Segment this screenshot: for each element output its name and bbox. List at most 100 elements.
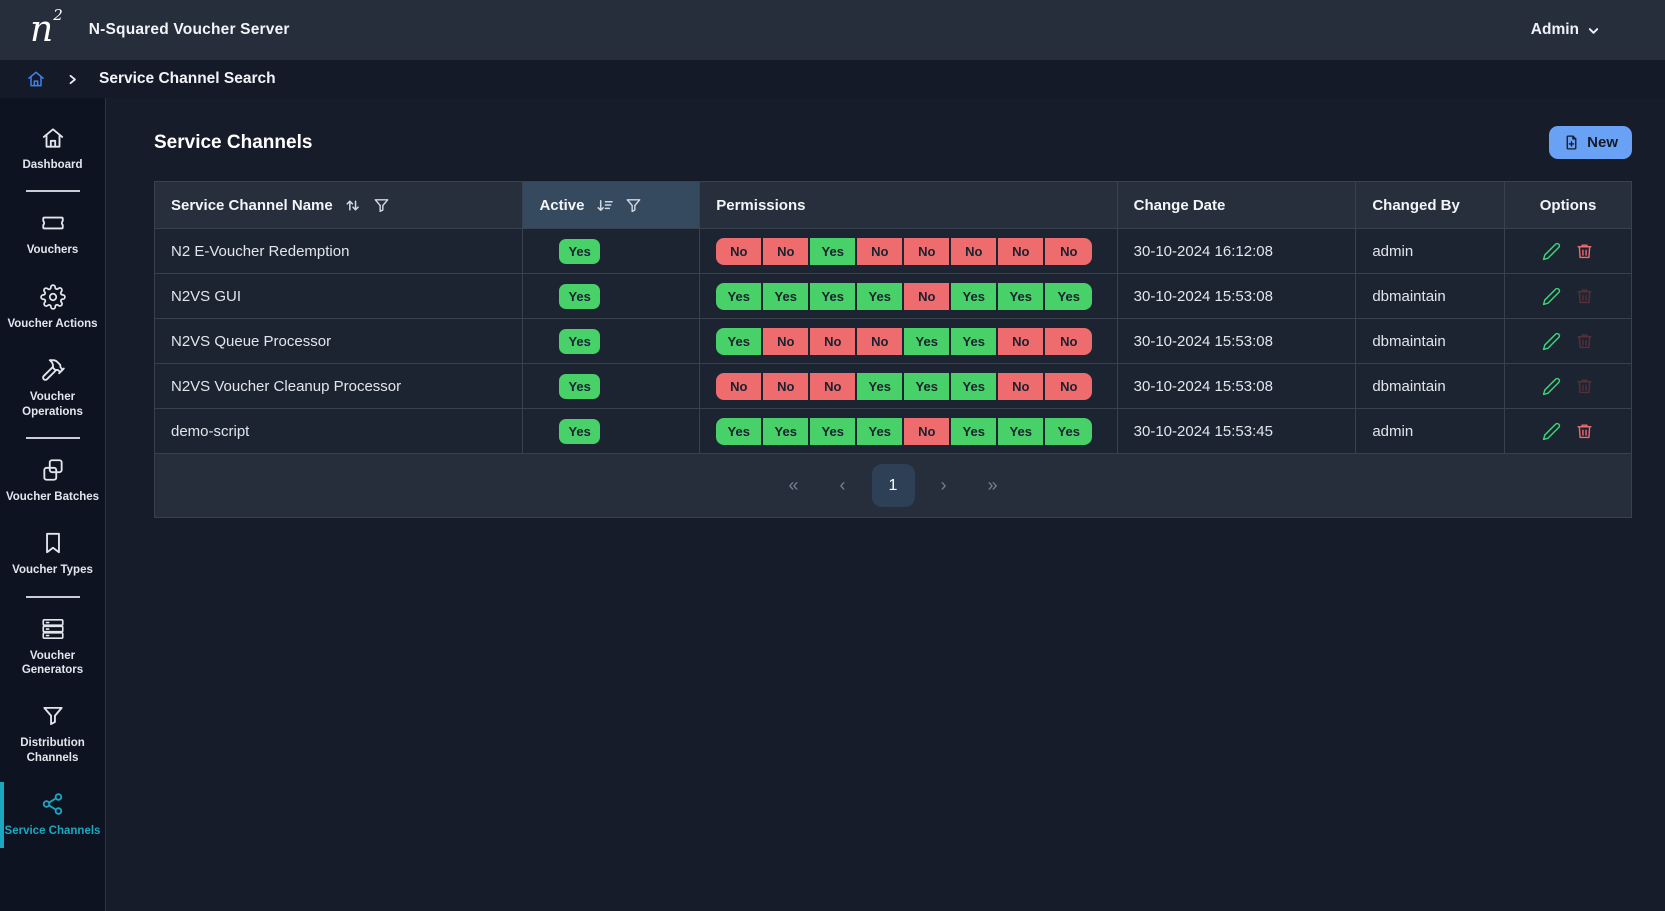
column-header-service-channel-name[interactable]: Service Channel Name	[155, 182, 523, 228]
permission-badge: No	[998, 328, 1045, 355]
permission-badge: No	[1045, 238, 1092, 265]
column-header-options: Options	[1505, 182, 1631, 228]
permission-badge: Yes	[1045, 283, 1092, 310]
table-row: N2VS Voucher Cleanup ProcessorYesNoNoNoY…	[155, 363, 1631, 408]
cell-change-date: 30-10-2024 15:53:45	[1118, 409, 1357, 453]
trash-icon	[1575, 332, 1594, 351]
column-label: Changed By	[1372, 197, 1460, 214]
delete-button[interactable]	[1575, 242, 1594, 261]
column-header-changed-by: Changed By	[1356, 182, 1505, 228]
column-label: Service Channel Name	[171, 197, 333, 214]
cell-permissions: YesNoNoNoYesYesNoNo	[700, 319, 1117, 363]
chevron-down-icon	[1586, 23, 1601, 38]
sidebar-item-distribution-channels[interactable]: Distribution Channels	[0, 690, 105, 778]
sidebar-item-voucher-types[interactable]: Voucher Types	[0, 517, 105, 590]
edit-button[interactable]	[1542, 422, 1561, 441]
sort-arrows-icon[interactable]	[343, 196, 362, 215]
filter-funnel-icon[interactable]	[624, 196, 643, 215]
sidebar-item-service-channels[interactable]: Service Channels	[0, 778, 105, 851]
permission-badge: Yes	[1045, 418, 1092, 445]
service-channels-table: Service Channel Name Active Permissions …	[154, 181, 1632, 518]
sidebar-item-vouchers[interactable]: Vouchers	[0, 197, 105, 270]
cell-active: Yes	[523, 229, 700, 273]
permissions-group: NoNoYesNoNoNoNoNo	[716, 238, 1092, 265]
permissions-group: YesYesYesYesNoYesYesYes	[716, 418, 1092, 445]
hammer-icon	[40, 357, 66, 383]
breadcrumb-page-title: Service Channel Search	[99, 70, 276, 88]
pagination: « ‹ 1 › »	[155, 453, 1631, 517]
pencil-icon	[1542, 287, 1561, 306]
sidebar-item-voucher-batches[interactable]: Voucher Batches	[0, 444, 105, 517]
permission-badge: Yes	[998, 283, 1045, 310]
cell-service-channel-name: N2 E-Voucher Redemption	[155, 229, 523, 273]
sidebar-item-voucher-generators[interactable]: Voucher Generators	[0, 603, 105, 691]
sidebar-divider	[26, 190, 80, 192]
cell-options	[1505, 319, 1631, 363]
cell-change-date: 30-10-2024 15:53:08	[1118, 319, 1357, 363]
sidebar-divider	[26, 596, 80, 598]
permission-badge: Yes	[951, 418, 998, 445]
cell-active: Yes	[523, 409, 700, 453]
permission-badge: No	[904, 238, 951, 265]
cell-options	[1505, 364, 1631, 408]
cell-changed-by: admin	[1356, 409, 1505, 453]
permission-badge: Yes	[951, 328, 998, 355]
permission-badge: No	[716, 238, 763, 265]
cell-change-date: 30-10-2024 16:12:08	[1118, 229, 1357, 273]
permission-badge: Yes	[763, 418, 810, 445]
permission-badge: Yes	[716, 328, 763, 355]
permission-badge: Yes	[857, 283, 904, 310]
sidebar-nav: DashboardVouchersVoucher ActionsVoucher …	[0, 98, 106, 911]
sort-descending-icon[interactable]	[595, 196, 614, 215]
table-row: N2VS Queue ProcessorYesYesNoNoNoYesYesNo…	[155, 318, 1631, 363]
column-label: Change Date	[1134, 197, 1226, 214]
cell-options	[1505, 229, 1631, 273]
cell-permissions: YesYesYesYesNoYesYesYes	[700, 274, 1117, 318]
table-row: N2VS GUIYesYesYesYesYesNoYesYesYes30-10-…	[155, 273, 1631, 318]
cell-active: Yes	[523, 319, 700, 363]
permission-badge: No	[763, 238, 810, 265]
pencil-icon	[1542, 422, 1561, 441]
logo-sup-2: 2	[53, 8, 63, 23]
sidebar-item-voucher-operations[interactable]: Voucher Operations	[0, 344, 105, 432]
edit-button[interactable]	[1542, 287, 1561, 306]
edit-button[interactable]	[1542, 242, 1561, 261]
permission-badge: Yes	[951, 373, 998, 400]
permission-badge: No	[716, 373, 763, 400]
column-header-active[interactable]: Active	[523, 182, 700, 228]
copy-icon	[40, 457, 66, 483]
pagination-prev-button[interactable]: ‹	[823, 475, 863, 496]
cell-changed-by: admin	[1356, 229, 1505, 273]
sidebar-item-voucher-actions[interactable]: Voucher Actions	[0, 271, 105, 344]
top-bar: n2 N-Squared Voucher Server Admin	[0, 0, 1665, 60]
server-icon	[40, 616, 66, 642]
edit-button[interactable]	[1542, 377, 1561, 396]
new-button[interactable]: New	[1549, 126, 1632, 159]
filter-funnel-icon[interactable]	[372, 196, 391, 215]
column-label: Options	[1540, 197, 1597, 214]
trash-icon	[1575, 377, 1594, 396]
pagination-first-button[interactable]: «	[774, 475, 814, 496]
pencil-icon	[1542, 242, 1561, 261]
cell-changed-by: dbmaintain	[1356, 364, 1505, 408]
page-title: Service Channels	[154, 132, 312, 154]
delete-button[interactable]	[1575, 422, 1594, 441]
sidebar-divider	[26, 437, 80, 439]
user-menu-admin[interactable]: Admin	[1531, 21, 1601, 39]
share-icon	[40, 791, 66, 817]
edit-button[interactable]	[1542, 332, 1561, 351]
permission-badge: No	[1045, 328, 1092, 355]
pagination-next-button[interactable]: ›	[924, 475, 964, 496]
pagination-current-page[interactable]: 1	[872, 464, 915, 507]
home-icon[interactable]	[26, 69, 46, 89]
table-header: Service Channel Name Active Permissions …	[155, 182, 1631, 228]
trash-icon	[1575, 422, 1594, 441]
column-header-change-date: Change Date	[1118, 182, 1357, 228]
permission-badge: No	[904, 418, 951, 445]
pagination-last-button[interactable]: »	[973, 475, 1013, 496]
permission-badge: No	[951, 238, 998, 265]
sidebar-item-dashboard[interactable]: Dashboard	[0, 112, 105, 185]
home-icon	[40, 125, 66, 151]
cell-changed-by: dbmaintain	[1356, 319, 1505, 363]
permission-badge: No	[1045, 373, 1092, 400]
